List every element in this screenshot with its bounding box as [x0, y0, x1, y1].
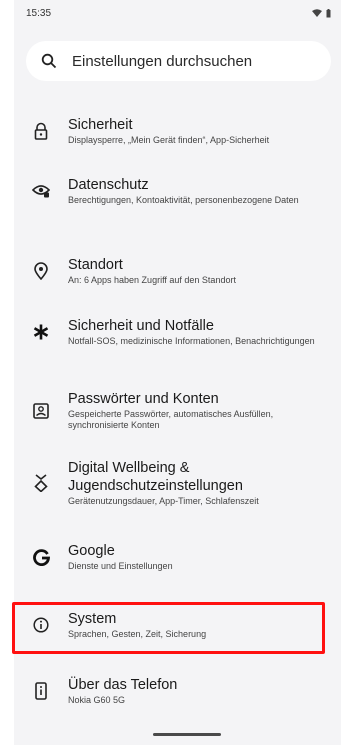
item-subtitle: Dienste und Einstellungen	[68, 561, 173, 571]
item-subtitle: Berechtigungen, Kontoaktivität, personen…	[68, 195, 299, 205]
google-icon	[28, 544, 54, 570]
lock-icon	[28, 118, 54, 144]
settings-item-passwords-accounts[interactable]: Passwörter und Konten Gespeicherte Passw…	[26, 390, 331, 431]
search-placeholder: Einstellungen durchsuchen	[72, 52, 253, 70]
item-title: Google	[68, 543, 115, 559]
privacy-eye-icon	[28, 178, 54, 204]
item-subtitle: An: 6 Apps haben Zugriff auf den Standor…	[68, 275, 236, 285]
item-subtitle: Nokia G60 5G	[68, 695, 126, 705]
settings-item-google[interactable]: Google Dienste und Einstellungen	[26, 542, 331, 572]
settings-item-location[interactable]: Standort An: 6 Apps haben Zugriff auf de…	[26, 256, 331, 286]
wellbeing-icon	[28, 470, 54, 496]
item-title: Sicherheit und Notfälle	[68, 318, 214, 334]
search-bar[interactable]: Einstellungen durchsuchen	[26, 41, 331, 81]
item-title: Sicherheit	[68, 117, 133, 133]
battery-icon	[326, 8, 331, 18]
item-subtitle: Notfall-SOS, medizinische Informationen,…	[68, 336, 315, 346]
wifi-icon	[312, 9, 322, 17]
item-title: Datenschutz	[68, 177, 149, 193]
status-time: 15:35	[26, 7, 52, 19]
settings-item-about-phone[interactable]: Über das Telefon Nokia G60 5G	[26, 676, 331, 706]
emergency-asterisk-icon	[28, 319, 54, 345]
phone-info-icon	[28, 678, 54, 704]
item-title: Passwörter und Konten	[68, 391, 219, 407]
status-bar: 15:35	[14, 0, 341, 26]
item-title: Über das Telefon	[68, 677, 178, 693]
item-subtitle: Gespeicherte Passwörter, automatisches A…	[68, 409, 274, 430]
settings-item-security[interactable]: Sicherheit Displaysperre, „Mein Gerät fi…	[26, 116, 331, 146]
item-subtitle: Displaysperre, „Mein Gerät finden“, App-…	[68, 135, 270, 145]
highlight-box	[12, 602, 325, 654]
settings-item-privacy[interactable]: Datenschutz Berechtigungen, Kontoaktivit…	[26, 176, 331, 206]
item-title: Digital Wellbeing & Jugendschutzeinstell…	[68, 460, 243, 494]
account-box-icon	[28, 398, 54, 424]
gesture-nav-handle[interactable]	[153, 733, 221, 736]
item-subtitle: Gerätenutzungsdauer, App-Timer, Schlafen…	[68, 496, 259, 506]
status-icons	[312, 8, 331, 18]
settings-item-digital-wellbeing[interactable]: Digital Wellbeing & Jugendschutzeinstell…	[26, 459, 331, 507]
search-icon	[40, 52, 58, 70]
location-pin-icon	[28, 258, 54, 284]
settings-item-safety-emergency[interactable]: Sicherheit und Notfälle Notfall-SOS, med…	[26, 317, 331, 347]
item-title: Standort	[68, 257, 123, 273]
